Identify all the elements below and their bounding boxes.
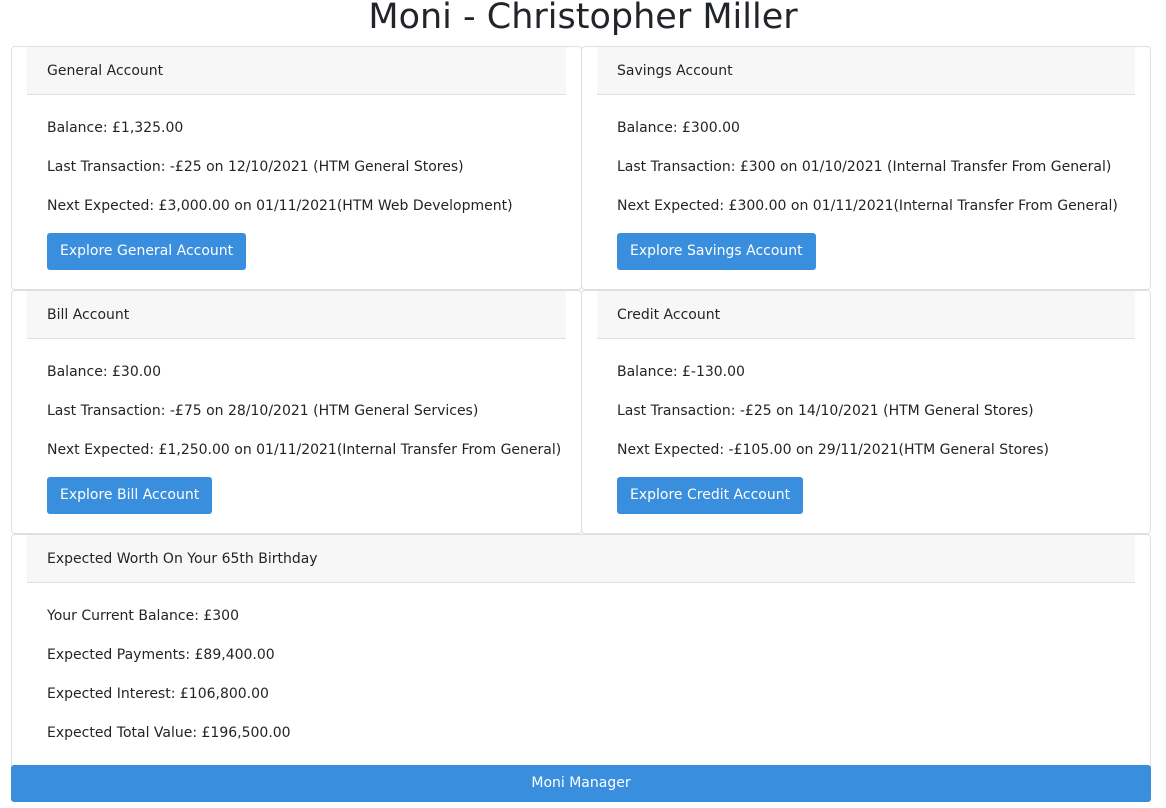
expected-total-value-text: Expected Total Value: £196,500.00 <box>47 725 291 741</box>
general-account-balance: Balance: £1,325.00 <box>47 120 184 136</box>
current-balance-text: Your Current Balance: £300 <box>47 608 240 624</box>
credit-account-balance: Balance: £-130.00 <box>617 364 745 380</box>
credit-account-last-transaction: Last Transaction: -£25 on 14/10/2021 (HT… <box>617 403 1034 419</box>
bill-account-balance: Balance: £30.00 <box>47 364 161 380</box>
bill-account-card: Bill Account Balance: £30.00 Last Transa… <box>11 290 582 534</box>
credit-account-header: Credit Account <box>597 291 1135 339</box>
savings-account-header: Savings Account <box>597 47 1135 95</box>
savings-account-next-expected: Next Expected: £300.00 on 01/11/2021(Int… <box>617 198 1118 214</box>
explore-bill-account-button[interactable]: Explore Bill Account <box>47 477 213 514</box>
expected-worth-header: Expected Worth On Your 65th Birthday <box>27 535 1135 583</box>
bill-account-last-transaction: Last Transaction: -£75 on 28/10/2021 (HT… <box>47 403 479 419</box>
expected-interest-text: Expected Interest: £106,800.00 <box>47 686 269 702</box>
general-account-last-transaction: Last Transaction: -£25 on 12/10/2021 (HT… <box>47 159 464 175</box>
bill-account-header: Bill Account <box>27 291 566 339</box>
explore-general-account-button[interactable]: Explore General Account <box>47 233 247 270</box>
savings-account-last-transaction: Last Transaction: £300 on 01/10/2021 (In… <box>617 159 1112 175</box>
credit-account-next-expected: Next Expected: -£105.00 on 29/11/2021(HT… <box>617 442 1049 458</box>
moni-manager-button[interactable]: Moni Manager <box>11 765 1151 802</box>
explore-savings-account-button[interactable]: Explore Savings Account <box>617 233 816 270</box>
savings-account-card: Savings Account Balance: £300.00 Last Tr… <box>581 46 1151 290</box>
page-title: Moni - Christopher Miller <box>368 0 798 37</box>
expected-worth-card: Expected Worth On Your 65th Birthday You… <box>11 534 1151 774</box>
general-account-header: General Account <box>27 47 566 95</box>
bill-account-next-expected: Next Expected: £1,250.00 on 01/11/2021(I… <box>47 442 562 458</box>
general-account-card: General Account Balance: £1,325.00 Last … <box>11 46 582 290</box>
expected-payments-text: Expected Payments: £89,400.00 <box>47 647 275 663</box>
general-account-next-expected: Next Expected: £3,000.00 on 01/11/2021(H… <box>47 198 513 214</box>
savings-account-balance: Balance: £300.00 <box>617 120 740 136</box>
explore-credit-account-button[interactable]: Explore Credit Account <box>617 477 804 514</box>
credit-account-card: Credit Account Balance: £-130.00 Last Tr… <box>581 290 1151 534</box>
